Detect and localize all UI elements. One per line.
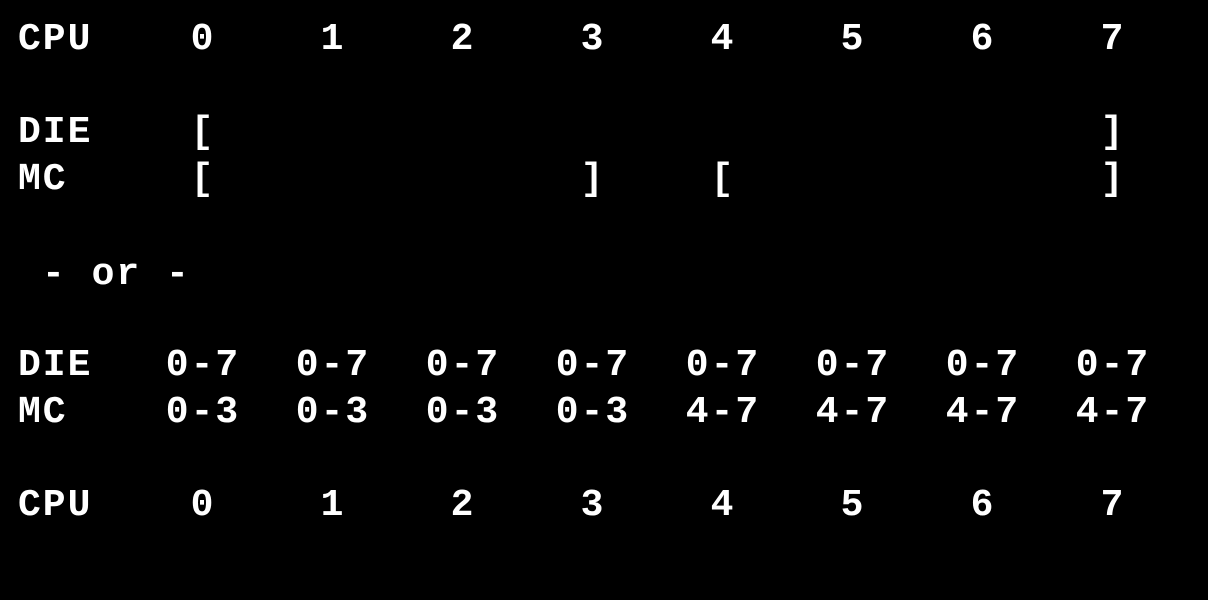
range-cell: 0-3 [398,391,528,434]
cpu-label: CPU [18,18,138,61]
bracket-icon: ] [528,158,658,201]
range-cell: 0-3 [138,391,268,434]
cpu-footer-row: CPU 0 1 2 3 4 5 6 7 [18,484,1190,527]
cpu-col: 6 [918,484,1048,527]
die-label: DIE [18,344,138,387]
cpu-col: 0 [138,18,268,61]
die-label: DIE [18,111,138,154]
mc-label: MC [18,391,138,434]
cpu-col: 7 [1048,18,1178,61]
bracket-icon: ] [1048,111,1178,154]
cpu-col: 4 [658,484,788,527]
mc-label: MC [18,158,138,201]
range-cell: 0-7 [268,344,398,387]
range-cell: 0-7 [788,344,918,387]
cpu-col: 1 [268,484,398,527]
range-cell: 4-7 [1048,391,1178,434]
range-cell: 0-7 [1048,344,1178,387]
cpu-col: 2 [398,18,528,61]
or-separator: - or - [42,253,1190,296]
range-cell: 0-7 [658,344,788,387]
cpu-col: 3 [528,18,658,61]
cpu-header-row: CPU 0 1 2 3 4 5 6 7 [18,18,1190,61]
range-cell: 4-7 [918,391,1048,434]
cpu-label: CPU [18,484,138,527]
mc-range-row: MC 0-3 0-3 0-3 0-3 4-7 4-7 4-7 4-7 [18,391,1190,434]
range-cell: 0-7 [398,344,528,387]
cpu-col: 0 [138,484,268,527]
cpu-col: 1 [268,18,398,61]
cpu-col: 3 [528,484,658,527]
range-cell: 0-7 [528,344,658,387]
mc-bracket-row: MC [ ] [ ] [18,158,1190,201]
bracket-icon: ] [1048,158,1178,201]
cpu-col: 2 [398,484,528,527]
die-range-row: DIE 0-7 0-7 0-7 0-7 0-7 0-7 0-7 0-7 [18,344,1190,387]
cpu-col: 7 [1048,484,1178,527]
range-cell: 0-7 [138,344,268,387]
cpu-col: 5 [788,18,918,61]
range-cell: 4-7 [788,391,918,434]
cpu-col: 6 [918,18,1048,61]
bracket-icon: [ [658,158,788,201]
range-cell: 0-7 [918,344,1048,387]
cpu-col: 5 [788,484,918,527]
bracket-icon: [ [138,158,268,201]
bracket-icon: [ [138,111,268,154]
die-bracket-row: DIE [ ] [18,111,1190,154]
topology-terminal: CPU 0 1 2 3 4 5 6 7 DIE [ ] MC [ ] [ ] -… [0,0,1208,549]
cpu-col: 4 [658,18,788,61]
range-cell: 4-7 [658,391,788,434]
range-cell: 0-3 [268,391,398,434]
range-cell: 0-3 [528,391,658,434]
